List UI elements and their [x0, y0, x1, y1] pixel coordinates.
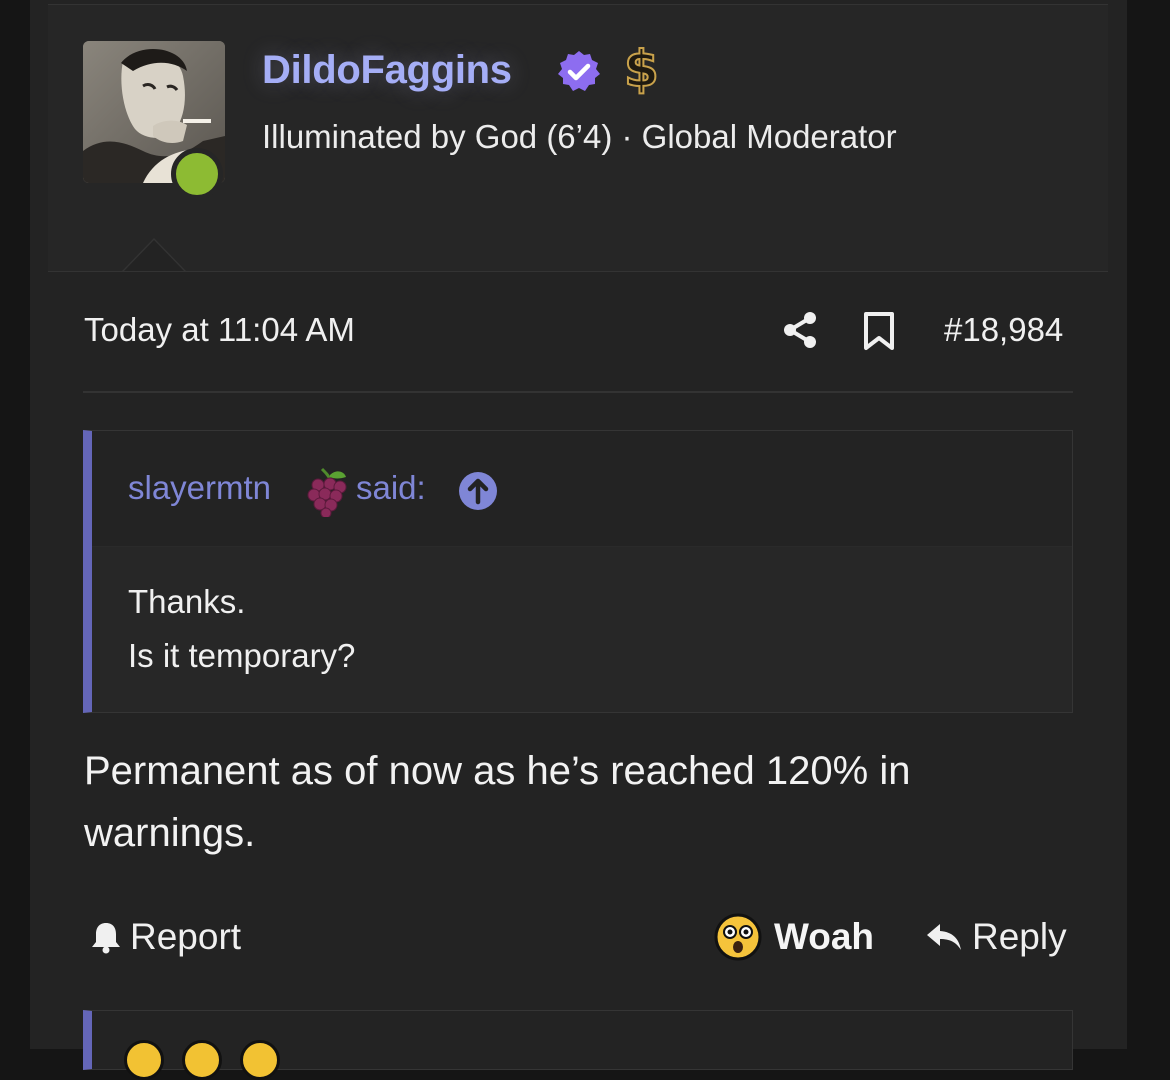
quote-said-label: said: — [356, 469, 426, 506]
online-status-indicator — [171, 148, 223, 200]
report-button[interactable]: Report — [88, 914, 241, 960]
reply-label: Reply — [972, 916, 1067, 957]
post-number[interactable]: #18,984 — [944, 311, 1063, 349]
post-date[interactable]: Today at 11:04 AM — [84, 311, 355, 349]
dollar-icon: $ — [623, 39, 660, 99]
reply-arrow-icon — [927, 924, 961, 950]
post-body: Permanent as of now as he’s reached 120%… — [84, 749, 911, 855]
quote-author[interactable]: slayermtn — [128, 469, 271, 507]
astonished-face-icon — [714, 913, 762, 961]
bookmark-icon[interactable] — [862, 311, 896, 351]
reaction-emoji-icon — [182, 1040, 222, 1080]
quote-block: slayermtn said: Thanks. Is it temporary? — [83, 430, 1073, 713]
quote-body — [92, 547, 1072, 712]
reaction-button[interactable]: Woah — [714, 912, 874, 962]
next-post-quote — [83, 1010, 1073, 1070]
quote-text-line: Is it temporary? — [128, 637, 356, 674]
username[interactable]: DildoFaggins — [262, 48, 512, 93]
verified-check-icon — [558, 51, 600, 91]
quote-text-line: Thanks. — [128, 583, 246, 620]
reaction-emoji-icon — [124, 1040, 164, 1080]
report-label: Report — [130, 916, 242, 957]
reply-button[interactable]: Reply — [924, 912, 1067, 962]
user-title: Illuminated by God (6’4) · Global Modera… — [262, 118, 897, 155]
divider — [83, 391, 1073, 393]
bell-icon — [92, 923, 120, 954]
share-icon[interactable] — [781, 311, 819, 349]
reaction-label: Woah — [774, 916, 875, 957]
jump-to-post-icon[interactable] — [458, 471, 498, 511]
grapes-icon — [307, 467, 347, 517]
reaction-emoji-icon — [240, 1040, 280, 1080]
